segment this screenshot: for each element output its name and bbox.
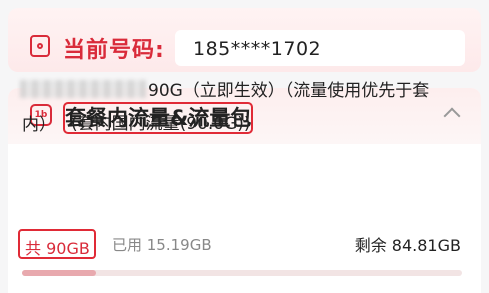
phone-number-value: 185****1702 [193,38,322,60]
usage-progress-bar [22,270,462,276]
package-name-text: 90G（立即生效）（流量使用优先于套 [148,81,430,101]
total-highlight-box: 共 90GB [18,229,96,259]
phone-icon [30,35,50,57]
package-name-redacted [20,80,146,98]
chevron-up-icon[interactable] [443,107,461,125]
package-name-continuation: 内） [22,115,56,135]
phone-number-field[interactable]: 185****1702 [175,30,465,66]
usage-progress-fill [22,270,97,276]
quota-highlight-box: (套内国内流量(90.0G)) [63,102,253,134]
total-amount: 共 90GB [25,239,90,258]
remaining-amount: 剩余 84.81GB [354,236,461,255]
phone-label: 当前号码: [63,38,165,63]
quota-label: (套内国内流量(90.0G)) [71,114,251,134]
used-amount: 已用 15.19GB [112,236,212,254]
phone-number-card: 当前号码: 185****1702 [8,8,481,72]
